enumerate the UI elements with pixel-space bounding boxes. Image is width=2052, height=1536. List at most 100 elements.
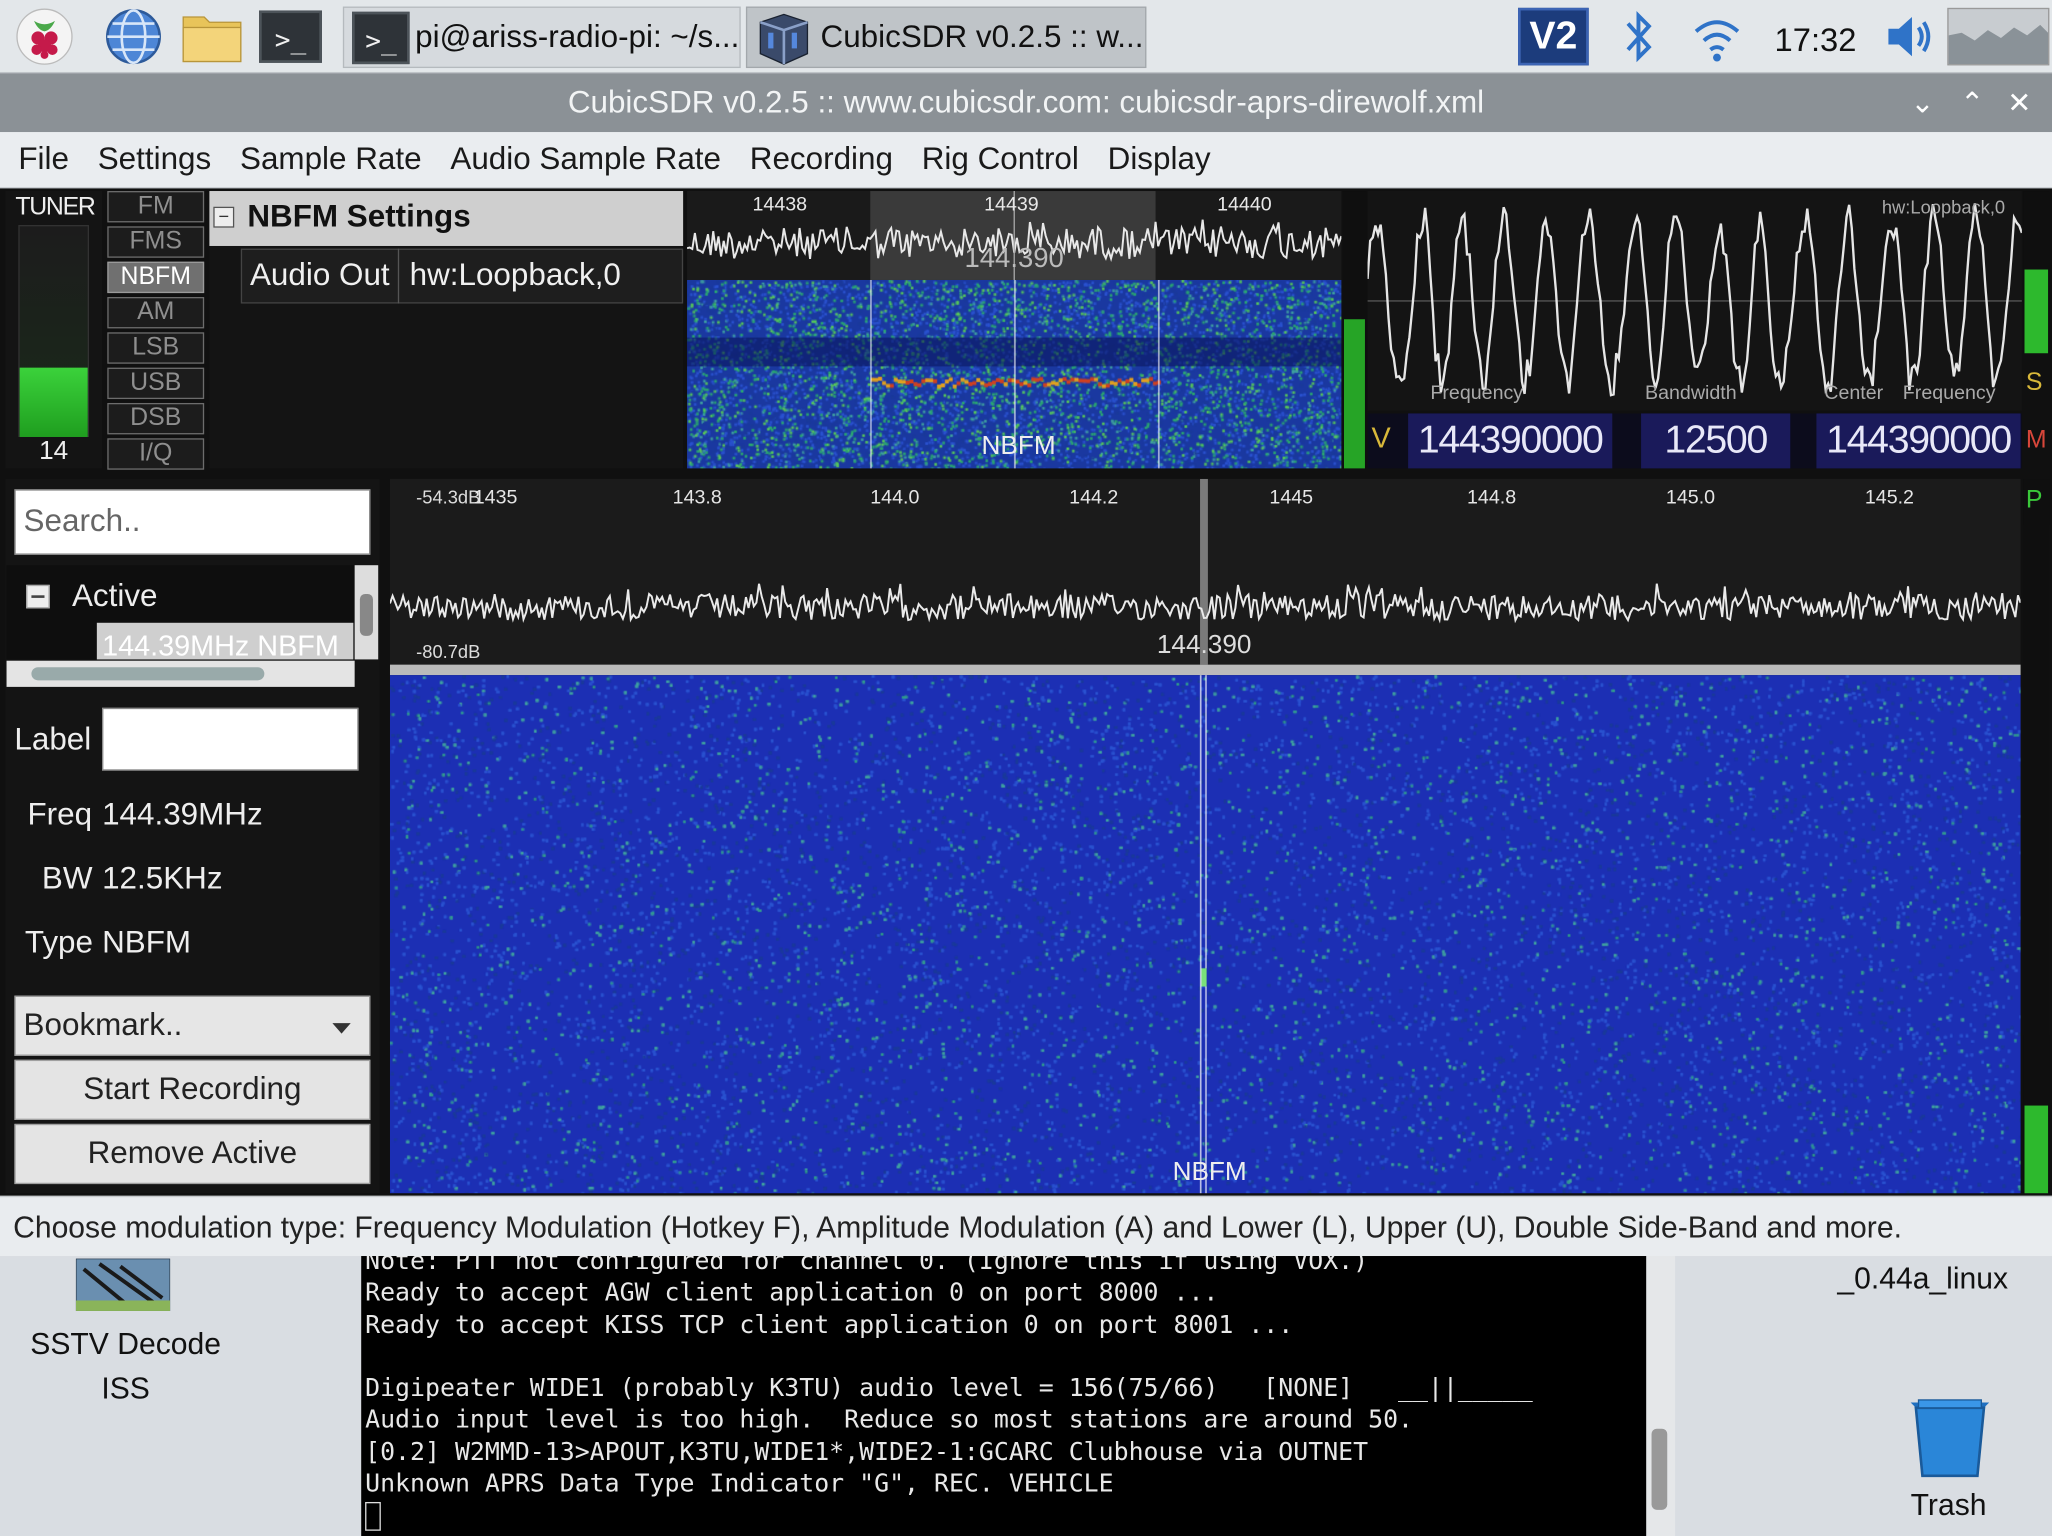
menu-recording[interactable]: Recording <box>735 141 907 178</box>
mode-button-dsb[interactable]: DSB <box>107 402 205 435</box>
menu-audio-sample-rate[interactable]: Audio Sample Rate <box>436 141 735 178</box>
mini-mode-label: NBFM <box>981 431 1056 461</box>
terminal-output[interactable]: Note: PTT not configured for channel 0. … <box>361 1256 1647 1536</box>
center-frequency-digits[interactable]: 144390000 <box>1816 413 2021 469</box>
trash-icon[interactable] <box>1905 1395 1994 1481</box>
file-manager-folder-icon[interactable] <box>178 8 246 66</box>
mode-button-fms[interactable]: FMS <box>107 226 205 258</box>
spectrum-tick-label: 144.0 <box>870 486 920 509</box>
menu-file[interactable]: File <box>0 141 83 178</box>
terminal-line: Ready to accept AGW client application 0… <box>365 1278 1219 1308</box>
taskbar: >_ >_ pi@ariss-radio-pi: ~/s... CubicSDR… <box>0 0 2052 74</box>
maximize-button[interactable]: ⌃ <box>1953 81 1992 125</box>
mute-letter: M <box>2025 426 2047 454</box>
spectrum-tick-label: 145.2 <box>1864 486 1914 509</box>
tuner-gain-fill <box>19 367 88 437</box>
bw-label: BW <box>41 860 93 897</box>
mode-button-usb[interactable]: USB <box>107 367 205 400</box>
menu-display[interactable]: Display <box>1093 141 1225 178</box>
main-waterfall[interactable] <box>389 675 2021 1194</box>
terminal-launcher-icon[interactable]: >_ <box>256 8 324 66</box>
scope-center-label: Center <box>1824 382 1884 405</box>
cpu-monitor-icon[interactable] <box>1947 7 2050 66</box>
mode-button-iq[interactable]: I/Q <box>107 438 205 470</box>
tree-collapse-toggle[interactable] <box>26 584 50 609</box>
terminal-scroll-thumb[interactable] <box>1651 1428 1668 1510</box>
remove-active-button[interactable]: Remove Active <box>14 1123 371 1185</box>
bookmark-search-input[interactable]: Search.. <box>14 489 371 555</box>
mini-center-frequency: 144.390 <box>964 243 1064 274</box>
mode-button-am[interactable]: AM <box>107 296 205 329</box>
tree-vertical-scrollbar[interactable] <box>354 565 379 660</box>
window-title-bar[interactable]: CubicSDR v0.2.5 :: www.cubicsdr.com: cub… <box>0 73 2052 133</box>
settings-collapse-toggle[interactable]: − <box>213 206 235 228</box>
frequency-digits[interactable]: 144390000 <box>1408 413 1613 469</box>
type-value: NBFM <box>102 925 192 961</box>
taskbar-terminal-task[interactable]: >_ pi@ariss-radio-pi: ~/s... <box>342 6 741 69</box>
menu-bar: File Settings Sample Rate Audio Sample R… <box>0 132 2052 189</box>
cubicsdr-task-label: CubicSDR v0.2.5 :: w... <box>820 18 1144 55</box>
mode-button-lsb[interactable]: LSB <box>107 332 205 364</box>
menu-sample-rate[interactable]: Sample Rate <box>226 141 436 178</box>
spectrum-tick-label: 144.2 <box>1069 486 1119 509</box>
spectrum-gain-meter[interactable] <box>2023 478 2050 1194</box>
menu-rig-control[interactable]: Rig Control <box>907 141 1093 178</box>
terminal-line: Unknown APRS Data Type Indicator "G", RE… <box>365 1469 1114 1499</box>
sstv-decode-icon[interactable] <box>75 1257 171 1312</box>
bookmark-label-input[interactable] <box>102 707 359 771</box>
audio-scope[interactable] <box>1367 191 2022 411</box>
type-label: Type <box>24 925 93 961</box>
taskbar-cubicsdr-task[interactable]: CubicSDR v0.2.5 :: w... <box>745 6 1147 69</box>
spectrum-tick-label: 1435 <box>473 486 518 509</box>
tree-group-active[interactable]: Active <box>72 578 158 615</box>
status-bar: Choose modulation type: Frequency Modula… <box>0 1195 2052 1257</box>
terminal-line: Ready to accept KISS TCP client applicat… <box>365 1310 1294 1340</box>
terminal-line: Note: PTT not configured for channel 0. … <box>365 1256 1369 1276</box>
bw-value: 12.5KHz <box>102 860 223 897</box>
mini-tick-label: 14439 <box>984 193 1039 216</box>
spectrum-tick-label: 1445 <box>1269 486 1314 509</box>
browser-globe-icon[interactable] <box>99 8 167 66</box>
close-button[interactable]: ✕ <box>2000 81 2039 125</box>
bookmark-dropdown[interactable]: Bookmark.. <box>14 995 371 1056</box>
vnc-icon[interactable]: V2 <box>1518 7 1589 66</box>
menu-settings[interactable]: Settings <box>83 141 225 178</box>
terminal-line: Digipeater WIDE1 (probably K3TU) audio l… <box>365 1374 1533 1403</box>
desktop-file-label[interactable]: _0.44a_linux <box>1837 1261 2008 1296</box>
audio-out-value[interactable]: hw:Loopback,0 <box>410 258 621 295</box>
trash-label[interactable]: Trash <box>1911 1488 1987 1523</box>
cubicsdr-icon <box>759 13 809 65</box>
minimize-button[interactable]: ⌄ <box>1903 81 1942 125</box>
tree-horizontal-scroll-thumb[interactable] <box>31 667 265 681</box>
bandwidth-digits[interactable]: 12500 <box>1641 413 1791 469</box>
spectrum-db-top: -54.3dB <box>416 486 481 508</box>
spectrum-center-frequency: 144.390 <box>1156 630 1252 660</box>
wifi-icon[interactable] <box>1688 8 1746 66</box>
scope-frequency-label: Frequency <box>1430 382 1524 405</box>
tuner-label: TUNER <box>15 193 95 222</box>
spectrum-waterfall-splitter[interactable] <box>389 664 2021 676</box>
terminal-line: ​ <box>365 1341 1646 1373</box>
mini-tick-label: 14438 <box>752 193 808 216</box>
mode-button-nbfm[interactable]: NBFM <box>107 261 205 294</box>
desktop-area-right <box>1675 1256 2052 1536</box>
mode-button-fm[interactable]: FM <box>107 191 205 223</box>
bluetooth-icon[interactable] <box>1612 8 1664 66</box>
chevron-up-icon: ⌃ <box>1960 86 1985 120</box>
waterfall-mode-label: NBFM <box>1172 1157 1247 1187</box>
volume-icon[interactable] <box>1882 8 1942 66</box>
terminal-task-label: pi@ariss-radio-pi: ~/s... <box>415 18 740 55</box>
spectrum-tick-label: 144.8 <box>1467 486 1517 509</box>
label-field-label: Label <box>14 722 92 758</box>
chevron-down-icon <box>332 1023 351 1034</box>
squelch-meter-fill <box>2024 269 2049 354</box>
scope-device-label: hw:Loopback,0 <box>1881 196 2006 218</box>
tuner-value: 14 <box>39 436 69 466</box>
window-title: CubicSDR v0.2.5 :: www.cubicsdr.com: cub… <box>567 84 1485 120</box>
sstv-decode-label[interactable]: SSTV Decode ISS <box>0 1321 251 1410</box>
terminal-line: [0.2] W2MMD-13>APOUT,K3TU,WIDE1*,WIDE2-1… <box>365 1437 1369 1467</box>
raspberry-menu-icon[interactable] <box>10 8 78 66</box>
tree-item-active-demod[interactable]: 144.39MHz NBFM <box>96 622 354 660</box>
clock[interactable]: 17:32 <box>1775 10 1869 71</box>
start-recording-button[interactable]: Start Recording <box>14 1059 371 1120</box>
